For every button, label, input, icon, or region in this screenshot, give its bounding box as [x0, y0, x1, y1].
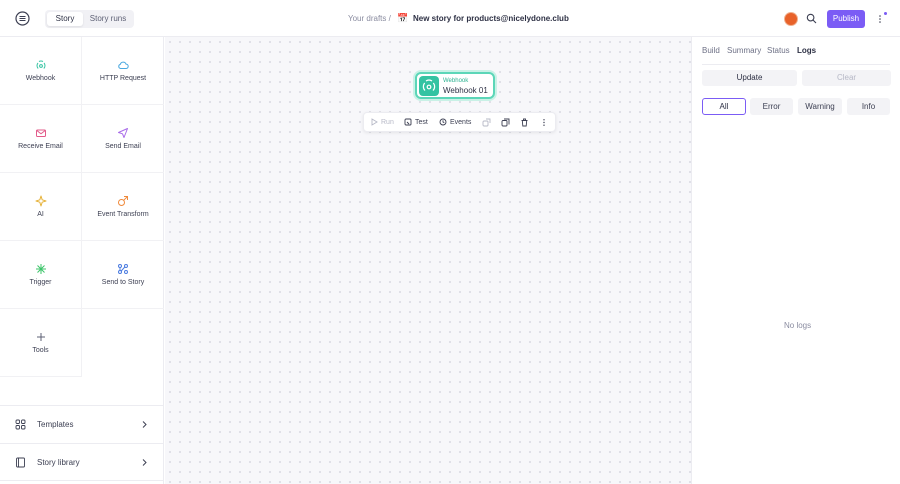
webhook-icon — [419, 76, 439, 96]
tile-label: Event Transform — [97, 211, 149, 218]
tile-label: AI — [37, 211, 44, 218]
story-view-switch: Story Story runs — [45, 10, 134, 28]
palette-tile-event-transform[interactable]: Event Transform — [82, 173, 164, 241]
flow-icon — [117, 263, 129, 275]
tab-summary[interactable]: Summary — [727, 46, 761, 55]
filter-all[interactable]: All — [702, 98, 746, 115]
update-button[interactable]: Update — [702, 70, 797, 86]
sparkle-icon — [35, 195, 47, 207]
tab-logs[interactable]: Logs — [797, 46, 816, 55]
tile-label: HTTP Request — [99, 75, 147, 82]
test-label: Test — [415, 119, 428, 126]
run-button[interactable]: Run — [370, 118, 394, 128]
palette-tile-http-request[interactable]: HTTP Request — [82, 37, 164, 105]
breadcrumb-drafts[interactable]: Your drafts / — [348, 14, 391, 23]
story-emoji-icon[interactable]: 📅 — [397, 13, 408, 24]
webhook-node[interactable]: Webhook Webhook 01 — [415, 72, 495, 99]
tile-label: Receive Email — [18, 143, 63, 150]
events-button[interactable]: Events — [439, 118, 471, 128]
book-icon — [15, 457, 26, 468]
top-bar: Story Story runs Your drafts / 📅 New sto… — [0, 0, 900, 37]
more-vertical-icon[interactable] — [540, 118, 548, 128]
tile-label: Send to Story — [101, 279, 145, 286]
palette-tile-webhook[interactable]: Webhook — [0, 37, 82, 105]
filter-warning[interactable]: Warning — [798, 98, 842, 115]
story-title[interactable]: New story for products@nicelydone.club — [413, 14, 569, 23]
clear-button[interactable]: Clear — [802, 70, 891, 86]
tab-story[interactable]: Story — [47, 12, 83, 26]
events-label: Events — [450, 119, 472, 126]
story-canvas[interactable] — [165, 37, 691, 484]
plus-icon — [35, 331, 47, 343]
notification-dot — [884, 12, 887, 15]
story-library-label: Story library — [37, 458, 80, 467]
tabs-divider — [702, 64, 890, 65]
run-label: Run — [381, 119, 394, 126]
delete-icon[interactable] — [520, 118, 529, 128]
publish-button[interactable]: Publish — [827, 10, 865, 28]
bolt-icon — [35, 263, 47, 275]
mail-icon — [35, 127, 47, 139]
palette-tile-tools[interactable]: Tools — [0, 309, 82, 377]
transform-icon — [117, 195, 129, 207]
node-name-label: Webhook 01 — [443, 86, 488, 95]
tab-story-runs[interactable]: Story runs — [84, 12, 132, 26]
palette-tile-ai[interactable]: AI — [0, 173, 82, 241]
search-icon[interactable] — [806, 13, 817, 24]
inspector-panel: Build Summary Status Logs Update Clear A… — [691, 37, 900, 484]
palette-tile-trigger[interactable]: Trigger — [0, 241, 82, 309]
node-toolbar: Run Test Events — [363, 112, 556, 132]
webhook-icon — [35, 59, 47, 71]
inspector-tabs: Build Summary Status Logs — [692, 37, 900, 64]
node-type-label: Webhook — [443, 78, 469, 84]
send-icon — [117, 127, 129, 139]
duplicate-icon[interactable] — [501, 118, 510, 128]
chevron-right-icon — [140, 458, 149, 467]
palette-tile-receive-email[interactable]: Receive Email — [0, 105, 82, 173]
templates-label: Templates — [37, 420, 74, 429]
cloud-icon — [117, 59, 129, 71]
tile-label: Trigger — [29, 279, 52, 286]
test-button[interactable]: Test — [404, 118, 428, 128]
story-library-link[interactable]: Story library — [0, 443, 164, 481]
palette-tile-send-to-story[interactable]: Send to Story — [82, 241, 164, 309]
avatar[interactable] — [784, 12, 798, 26]
tile-label: Webhook — [25, 75, 56, 82]
chevron-right-icon — [140, 420, 149, 429]
action-palette: Webhook HTTP Request Receive Email Send … — [0, 37, 164, 484]
templates-link[interactable]: Templates — [0, 405, 164, 443]
empty-logs-message: No logs — [784, 321, 812, 330]
palette-tile-send-email[interactable]: Send Email — [82, 105, 164, 173]
filter-info[interactable]: Info — [847, 98, 890, 115]
sidebar-toggle-icon[interactable] — [14, 10, 31, 27]
tile-label: Send Email — [105, 143, 141, 150]
share-icon[interactable] — [482, 118, 491, 128]
tab-build[interactable]: Build — [702, 46, 720, 55]
tile-label: Tools — [32, 347, 49, 354]
tab-status[interactable]: Status — [767, 46, 790, 55]
grid-icon — [15, 419, 26, 430]
filter-error[interactable]: Error — [750, 98, 793, 115]
